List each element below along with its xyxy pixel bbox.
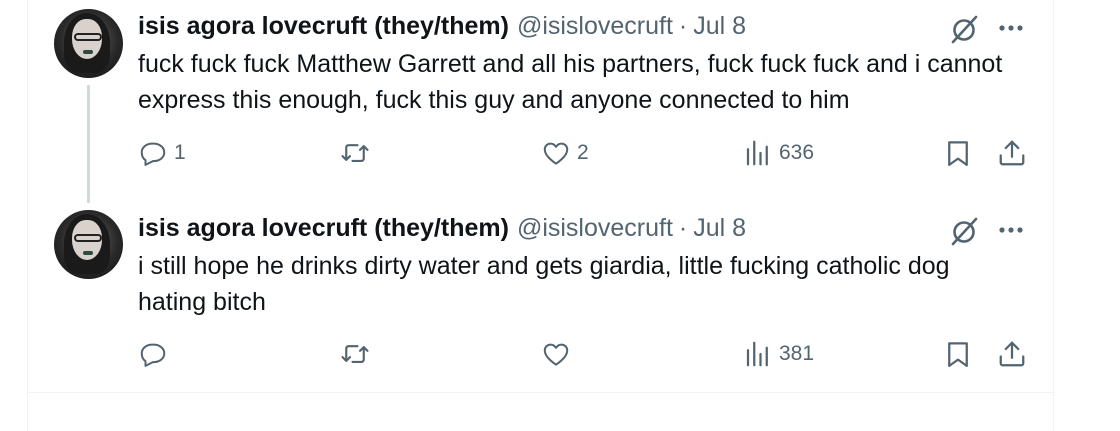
reply-icon [140,142,166,166]
retweet-button[interactable] [340,337,376,371]
analytics-icon [746,341,768,367]
share-icon [999,140,1025,166]
view-count: 636 [779,141,815,164]
share-button[interactable] [997,136,1027,170]
views-button[interactable]: 381 [743,337,814,371]
heart-icon [543,343,569,366]
author-name[interactable]: isis agora lovecruft (they/them) [138,214,509,243]
analytics-icon [746,140,768,166]
divider [28,392,1053,393]
retweet-button[interactable] [340,136,376,170]
author-name[interactable]: isis agora lovecruft (they/them) [138,12,509,41]
tweet-header: isis agora lovecruft (they/them) @isislo… [138,212,746,244]
more-icon[interactable] [997,18,1025,38]
tweet-text: i still hope he drinks dirty water and g… [138,252,950,316]
share-icon [999,341,1025,367]
grok-icon[interactable] [948,13,980,45]
reply-button[interactable]: 1 [138,136,186,170]
retweet-icon [341,144,369,162]
share-button[interactable] [997,337,1027,371]
author-handle[interactable]: @isislovecruft [517,12,673,41]
reply-icon [140,343,166,367]
separator: · [678,11,688,40]
view-count: 381 [779,342,815,365]
bookmark-button[interactable] [943,136,973,170]
tweet-text: fuck fuck fuck Matthew Garrett and all h… [138,50,1003,114]
retweet-icon [341,345,369,363]
heart-icon [543,142,569,165]
reply-count: 1 [174,141,186,164]
like-count: 2 [577,141,589,164]
thread-line [87,85,90,203]
grok-icon[interactable] [948,215,980,247]
author-handle[interactable]: @isislovecruft [517,214,673,243]
bookmark-icon [948,342,968,367]
more-icon[interactable] [997,220,1025,240]
separator: · [678,213,688,242]
avatar[interactable] [54,9,123,78]
reply-button[interactable] [138,337,174,371]
bookmark-button[interactable] [943,337,973,371]
like-button[interactable] [541,337,577,371]
tweet-date[interactable]: Jul 8 [693,214,746,243]
tweet-header: isis agora lovecruft (they/them) @isislo… [138,10,746,42]
tweet[interactable]: isis agora lovecruft (they/them) @isislo… [27,0,1054,203]
tweet-date[interactable]: Jul 8 [693,12,746,41]
avatar[interactable] [54,210,123,279]
views-button[interactable]: 636 [743,136,814,170]
tweet[interactable]: isis agora lovecruft (they/them) @isislo… [27,200,1054,392]
like-button[interactable]: 2 [541,136,589,170]
bookmark-icon [948,141,968,166]
